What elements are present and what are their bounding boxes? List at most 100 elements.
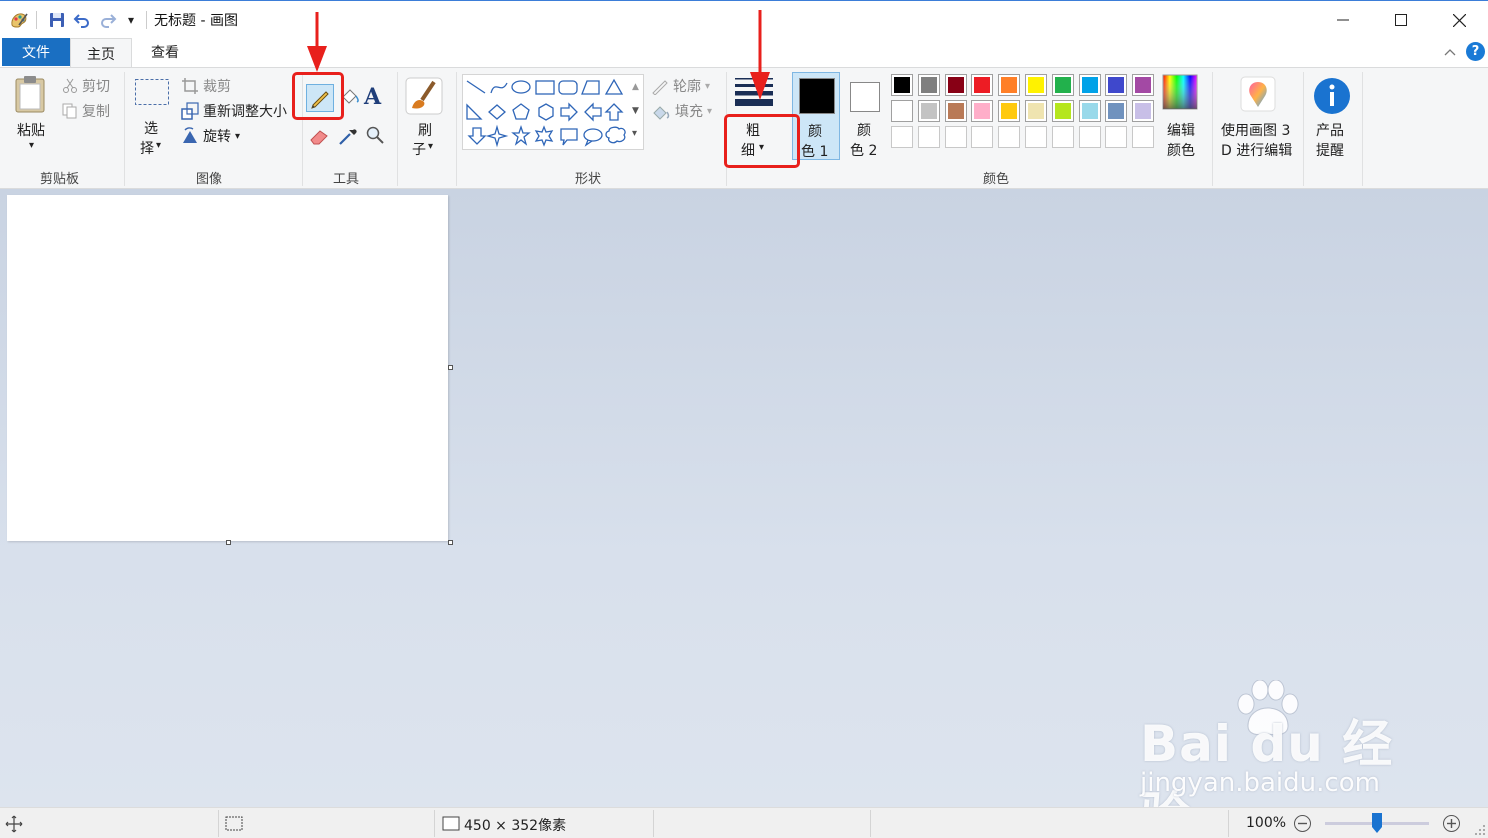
- separator: [124, 72, 125, 186]
- scroll-down-icon[interactable]: ▼: [632, 106, 639, 116]
- palette-swatch[interactable]: [918, 74, 940, 96]
- maximize-button[interactable]: [1378, 5, 1424, 35]
- cut-label: 剪切: [82, 79, 110, 95]
- colors-group-label: 颜色: [983, 172, 1010, 187]
- palette-empty-swatch[interactable]: [1132, 126, 1154, 148]
- edit-with-paint3d-button[interactable]: 使用画图 3 D 进行编辑: [1218, 74, 1300, 160]
- text-tool-button[interactable]: A: [364, 84, 388, 110]
- tab-view[interactable]: 查看: [134, 38, 196, 66]
- palette-swatch[interactable]: [998, 74, 1020, 96]
- swatch-color: [1001, 103, 1017, 119]
- resize-handle-right[interactable]: [448, 365, 453, 370]
- palette-empty-swatch[interactable]: [918, 126, 940, 148]
- canvas-workspace: [0, 189, 1488, 807]
- palette-swatch[interactable]: [891, 74, 913, 96]
- palette-empty-swatch[interactable]: [1079, 126, 1101, 148]
- resize-grip-icon[interactable]: [1474, 824, 1486, 836]
- cut-button[interactable]: 剪切: [62, 76, 110, 96]
- scroll-up-icon[interactable]: ▲: [632, 82, 639, 92]
- palette-empty-swatch[interactable]: [1105, 126, 1127, 148]
- expand-gallery-icon[interactable]: ▾: [632, 128, 637, 139]
- palette-swatch[interactable]: [1105, 100, 1127, 122]
- separator: [870, 810, 871, 837]
- palette-swatch[interactable]: [945, 100, 967, 122]
- chevron-down-icon: ▾: [29, 140, 35, 151]
- redo-icon[interactable]: [97, 9, 119, 31]
- paste-label: 粘贴: [17, 123, 45, 139]
- color2-swatch: [850, 82, 880, 112]
- fill-bucket-icon: [653, 106, 670, 120]
- palette-swatch[interactable]: [1052, 74, 1074, 96]
- collapse-ribbon-button[interactable]: [1440, 42, 1460, 62]
- magnifier-tool-button[interactable]: [364, 124, 390, 150]
- separator: [1228, 810, 1229, 837]
- swatch-color: [1135, 103, 1151, 119]
- shapes-gallery[interactable]: [462, 74, 644, 150]
- palette-swatch[interactable]: [1052, 100, 1074, 122]
- undo-icon[interactable]: [71, 9, 93, 31]
- resize-handle-corner[interactable]: [448, 540, 453, 545]
- palette-swatch[interactable]: [971, 74, 993, 96]
- fill-button[interactable]: 填充 ▾: [651, 101, 712, 121]
- palette-swatch[interactable]: [891, 100, 913, 122]
- palette-swatch[interactable]: [918, 100, 940, 122]
- outline-label: 轮廓: [673, 79, 701, 95]
- eraser-tool-button[interactable]: [308, 124, 334, 150]
- swatch-color: [1001, 77, 1017, 93]
- tab-home[interactable]: 主页: [70, 38, 132, 68]
- brushes-button[interactable]: 刷 子 ▾: [404, 76, 446, 160]
- color2-label: 颜: [857, 123, 871, 139]
- outline-pen-icon: [652, 80, 668, 95]
- color2-button[interactable]: 颜 色 2: [842, 72, 888, 160]
- resize-label: 重新调整大小: [203, 104, 287, 120]
- edit-colors-button[interactable]: 编辑 颜色: [1162, 74, 1202, 160]
- zoom-slider-thumb[interactable]: [1372, 813, 1382, 833]
- palette-swatch[interactable]: [1132, 100, 1154, 122]
- customize-quick-access-dropdown[interactable]: ▾: [120, 9, 142, 31]
- palette-swatch[interactable]: [1025, 74, 1047, 96]
- swatch-color: [948, 77, 964, 93]
- select-button[interactable]: 选 择 ▾: [134, 78, 172, 158]
- resize-handle-bottom[interactable]: [226, 540, 231, 545]
- image-group-label: 图像: [196, 172, 223, 187]
- eyedropper-icon: [339, 129, 357, 145]
- help-button[interactable]: ?: [1466, 42, 1485, 61]
- rotate-button[interactable]: 旋转 ▾: [181, 126, 240, 146]
- zoom-out-button[interactable]: [1293, 814, 1312, 833]
- color-spectrum-icon: [1162, 74, 1198, 110]
- zoom-in-button[interactable]: [1442, 814, 1461, 833]
- save-icon[interactable]: [46, 9, 68, 31]
- cursor-position-icon: [5, 815, 23, 833]
- paint-app-icon[interactable]: [8, 9, 30, 31]
- palette-empty-swatch[interactable]: [998, 126, 1020, 148]
- tab-file[interactable]: 文件: [2, 38, 70, 66]
- separator: [1362, 72, 1363, 186]
- palette-empty-swatch[interactable]: [971, 126, 993, 148]
- palette-swatch[interactable]: [1079, 100, 1101, 122]
- palette-swatch[interactable]: [1025, 100, 1047, 122]
- palette-empty-swatch[interactable]: [945, 126, 967, 148]
- palette-empty-swatch[interactable]: [1025, 126, 1047, 148]
- palette-swatch[interactable]: [971, 100, 993, 122]
- palette-empty-swatch[interactable]: [891, 126, 913, 148]
- resize-button[interactable]: 重新调整大小: [181, 101, 287, 121]
- product-alert-button[interactable]: 产品 提醒: [1310, 74, 1354, 160]
- palette-swatch[interactable]: [1132, 74, 1154, 96]
- separator: [456, 72, 457, 186]
- drawing-canvas[interactable]: [7, 195, 448, 541]
- paint3d-label: 使用画图 3: [1221, 123, 1291, 139]
- chevron-down-icon: ▾: [707, 105, 713, 117]
- palette-swatch[interactable]: [998, 100, 1020, 122]
- minimize-button[interactable]: [1320, 5, 1366, 35]
- palette-swatch[interactable]: [1079, 74, 1101, 96]
- palette-swatch[interactable]: [1105, 74, 1127, 96]
- close-button[interactable]: [1436, 5, 1482, 35]
- swatch-color: [1028, 103, 1044, 119]
- outline-button[interactable]: 轮廓 ▾: [651, 76, 710, 96]
- crop-button[interactable]: 裁剪: [181, 76, 231, 96]
- copy-button[interactable]: 复制: [62, 101, 110, 121]
- palette-swatch[interactable]: [945, 74, 967, 96]
- palette-empty-swatch[interactable]: [1052, 126, 1074, 148]
- color-picker-tool-button[interactable]: [336, 124, 362, 150]
- paste-button[interactable]: 粘贴 ▾: [12, 74, 52, 156]
